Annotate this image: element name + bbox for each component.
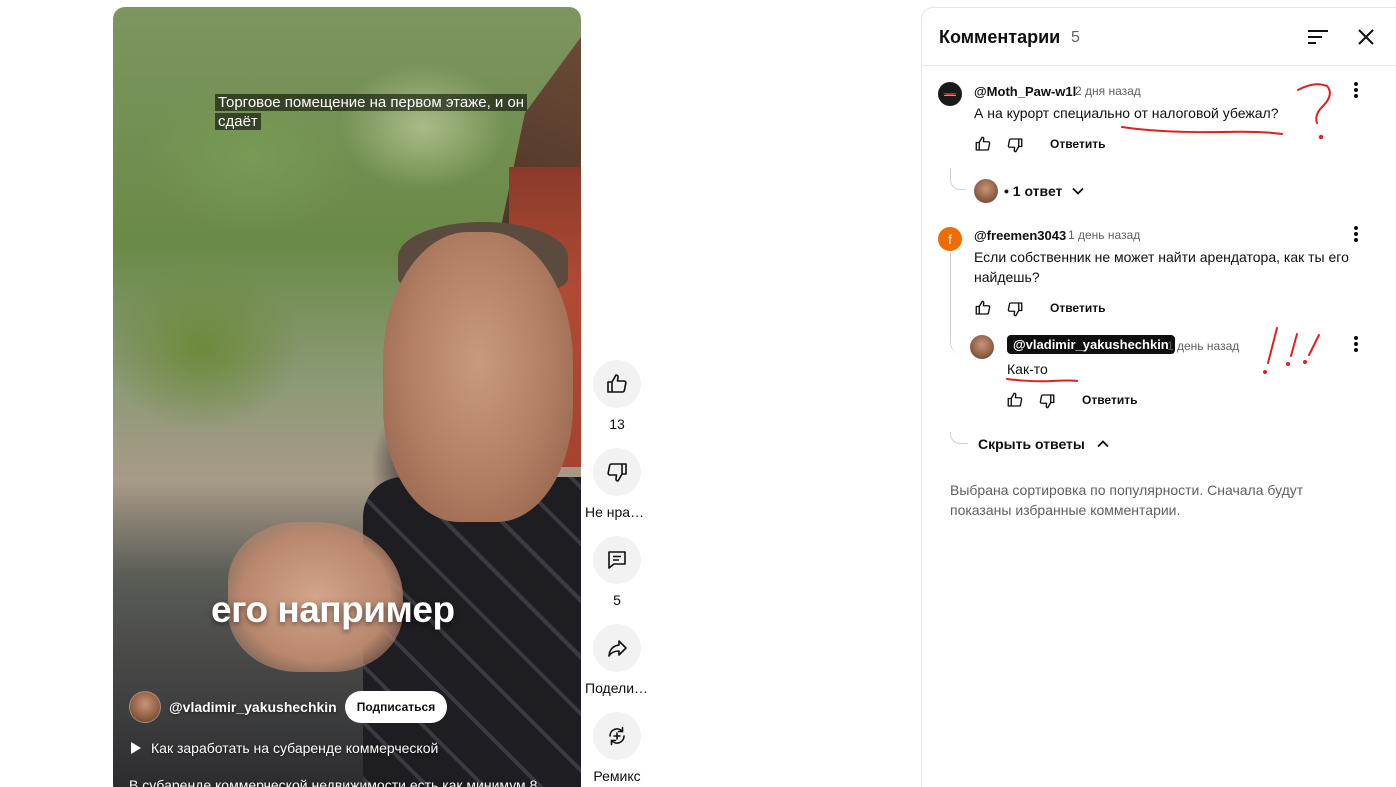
thumbs-up-icon <box>607 374 627 393</box>
underline-stroke <box>1006 378 1078 383</box>
remix-icon <box>609 726 625 746</box>
video-player[interactable]: Торговое помещение на первом этаже, и он… <box>113 7 581 787</box>
video-description[interactable]: В субаренде коммерческой недвижимости ес… <box>129 777 569 787</box>
comments-button[interactable] <box>593 536 641 584</box>
shorts-page: Торговое помещение на первом этаже, и он… <box>0 0 1396 787</box>
remix-action: Ремикс <box>585 712 649 787</box>
thread-line <box>950 432 968 444</box>
exclamation-dot <box>1286 362 1290 366</box>
sort-note: Выбрана сортировка по популярности. Снач… <box>950 482 1304 518</box>
like-count: 13 <box>609 416 625 432</box>
hide-replies-label: Скрыть ответы <box>978 436 1085 452</box>
playlist-title: Как заработать на субаренде коммерческой <box>151 740 439 756</box>
thumbs-down-icon <box>607 463 627 482</box>
action-bar: 13 Не нравится 5 Поделиться Ремикс <box>585 360 649 787</box>
subscribe-button[interactable]: Подписаться <box>344 691 448 723</box>
share-icon <box>608 640 627 657</box>
comments-count: 5 <box>613 592 621 608</box>
hide-replies-button[interactable]: Скрыть ответы <box>978 436 1111 452</box>
remix-button[interactable] <box>593 712 641 760</box>
like-action: 13 <box>585 360 649 448</box>
exclamation-dot <box>1303 360 1307 364</box>
comments-action: 5 <box>585 536 649 624</box>
channel-row: @vladimir_yakushechkin Подписаться <box>129 691 448 723</box>
play-icon <box>131 742 141 754</box>
remix-label: Ремикс <box>593 768 641 784</box>
video-subtitle-big: его например <box>211 589 455 630</box>
share-button[interactable] <box>593 624 641 672</box>
comments-panel: Комментарии 5 @Moth_Paw-w1l 2 дня назад … <box>921 7 1396 787</box>
share-label: Поделиться <box>585 680 649 696</box>
channel-avatar[interactable] <box>129 691 161 723</box>
video-subtitle-top: Торговое помещение на первом этаже, и он… <box>215 93 545 131</box>
video-scene-face <box>383 232 573 522</box>
question-mark-annotation <box>1297 83 1331 124</box>
dislike-button[interactable] <box>593 448 641 496</box>
red-annotations <box>1006 83 1331 383</box>
share-action: Поделиться <box>585 624 649 712</box>
like-button[interactable] <box>593 360 641 408</box>
playlist-link[interactable]: Как заработать на субаренде коммерческой <box>131 740 438 756</box>
comment-icon <box>608 551 626 569</box>
chevron-up-icon <box>1097 440 1109 448</box>
channel-name[interactable]: @vladimir_yakushechkin <box>169 699 337 715</box>
question-mark-dot <box>1318 134 1324 140</box>
underline-stroke <box>1121 126 1283 135</box>
exclamation-annotation <box>1267 327 1320 364</box>
dislike-label: Не нравится <box>585 504 649 520</box>
exclamation-dot <box>1263 370 1267 374</box>
dislike-action: Не нравится <box>585 448 649 536</box>
